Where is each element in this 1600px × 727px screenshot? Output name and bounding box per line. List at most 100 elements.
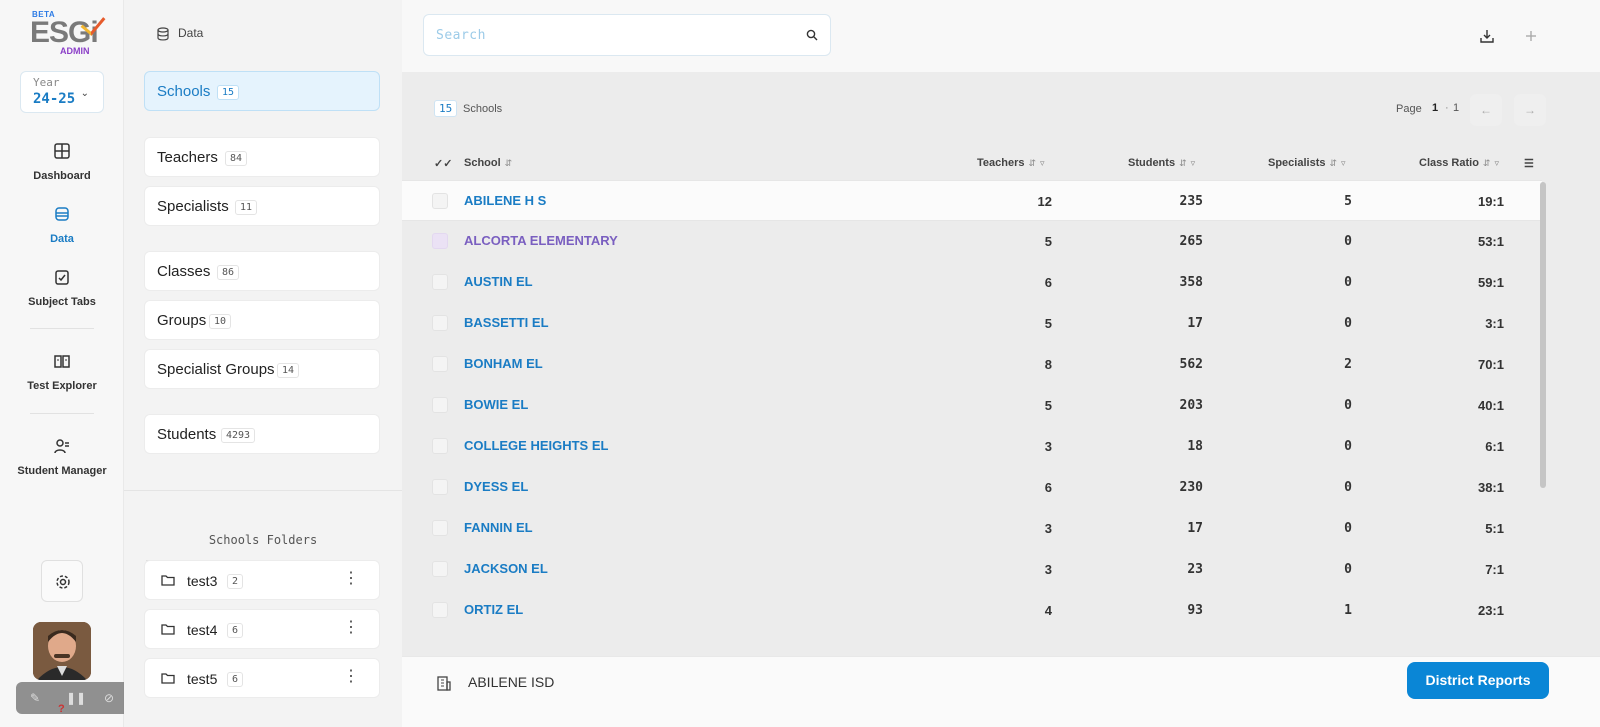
cell-specialists: 5 <box>1344 194 1352 209</box>
cell-teachers: 5 <box>1044 316 1052 331</box>
add-button[interactable] <box>1515 20 1547 52</box>
search-input[interactable]: Search <box>423 14 831 56</box>
cell-class-ratio: 7:1 <box>1485 562 1504 577</box>
filter-icon[interactable]: ▿ <box>1040 158 1045 168</box>
school-name-link[interactable]: DYESS EL <box>464 479 528 494</box>
schools-content: 15 Schools Page 1 · 1 ← → ✓✓ School ⇵ Tea… <box>402 72 1600 656</box>
row-checkbox[interactable] <box>432 274 448 290</box>
folder-item[interactable]: test4 6 ⋮ <box>144 609 380 649</box>
cell-specialists: 0 <box>1344 398 1352 413</box>
nav-test-explorer[interactable]: Test Explorer <box>0 352 124 394</box>
select-all-icon[interactable]: ✓✓ <box>434 157 452 170</box>
edit-icon[interactable]: ✎ <box>30 691 44 705</box>
school-name-link[interactable]: ALCORTA ELEMENTARY <box>464 233 618 248</box>
folder-count: 6 <box>227 623 244 638</box>
row-checkbox[interactable] <box>432 193 448 209</box>
arrow-right-icon: → <box>1524 103 1536 117</box>
stop-recording-icon[interactable]: ⊘ <box>104 691 118 705</box>
folder-item[interactable]: test3 2 ⋮ <box>144 560 380 600</box>
user-avatar[interactable] <box>33 622 91 680</box>
column-specialists[interactable]: Specialists ⇵ ▿ <box>1268 157 1346 169</box>
row-checkbox[interactable] <box>432 233 448 249</box>
filter-icon[interactable]: ▿ <box>1341 158 1346 168</box>
row-checkbox[interactable] <box>432 479 448 495</box>
prev-page-button[interactable]: ← <box>1470 94 1502 126</box>
district-reports-button[interactable]: District Reports <box>1407 662 1549 699</box>
table-row[interactable]: ALCORTA ELEMENTARY 5 265 0 53:1 <box>402 221 1542 262</box>
table-row[interactable]: ABILENE H S 12 235 5 19:1 <box>402 180 1542 221</box>
school-name-link[interactable]: BONHAM EL <box>464 356 543 371</box>
school-name-link[interactable]: BOWIE EL <box>464 397 528 412</box>
school-name-link[interactable]: ORTIZ EL <box>464 602 523 617</box>
entity-students[interactable]: Students 4293 <box>144 414 380 454</box>
more-icon[interactable]: ⋮ <box>343 571 359 587</box>
sort-icon[interactable]: ⇵ <box>1483 158 1491 168</box>
more-icon[interactable]: ⋮ <box>343 620 359 636</box>
school-name-link[interactable]: BASSETTI EL <box>464 315 549 330</box>
nav-subject-tabs[interactable]: Subject Tabs <box>0 268 124 310</box>
sort-icon[interactable]: ⇵ <box>1179 158 1187 168</box>
sort-icon[interactable]: ⇵ <box>1029 158 1037 168</box>
column-class-ratio[interactable]: Class Ratio ⇵ ▿ <box>1419 157 1499 169</box>
year-selector[interactable]: Year 24-25 ⌄ <box>20 71 104 113</box>
folder-count: 2 <box>227 574 244 589</box>
filter-icon[interactable]: ▿ <box>1494 158 1499 168</box>
entity-specialists[interactable]: Specialists 11 <box>144 186 380 226</box>
folder-item[interactable]: test5 6 ⋮ <box>144 658 380 698</box>
filter-icon[interactable]: ▿ <box>1191 158 1196 168</box>
settings-button[interactable] <box>41 560 83 602</box>
column-students[interactable]: Students ⇵ ▿ <box>1128 157 1195 169</box>
table-row[interactable]: FANNIN EL 3 17 0 5:1 <box>402 508 1542 549</box>
student-manager-icon <box>54 439 69 454</box>
nav-dashboard[interactable]: Dashboard <box>0 142 124 184</box>
column-class-ratio-label: Class Ratio <box>1419 157 1479 169</box>
cell-teachers: 8 <box>1044 357 1052 372</box>
row-checkbox[interactable] <box>432 438 448 454</box>
column-settings-icon[interactable]: ☰ <box>1524 157 1534 170</box>
row-checkbox[interactable] <box>432 561 448 577</box>
footer-bar: ABILENE ISD District Reports <box>402 656 1600 727</box>
entity-count: 14 <box>277 363 300 378</box>
table-row[interactable]: AUSTIN EL 6 358 0 59:1 <box>402 262 1542 303</box>
row-checkbox[interactable] <box>432 356 448 372</box>
row-checkbox[interactable] <box>432 315 448 331</box>
nav-data[interactable]: Data <box>0 205 124 247</box>
download-button[interactable] <box>1471 20 1503 52</box>
table-row[interactable]: ORTIZ EL 4 93 1 23:1 <box>402 590 1542 631</box>
top-bar: Search <box>402 0 1600 72</box>
entity-schools[interactable]: Schools 15 <box>144 71 380 111</box>
esgi-logo[interactable]: BETA ESGi ADMIN <box>28 8 106 58</box>
table-scrollbar[interactable] <box>1540 182 1546 488</box>
school-name-link[interactable]: COLLEGE HEIGHTS EL <box>464 438 608 453</box>
table-row[interactable]: COLLEGE HEIGHTS EL 3 18 0 6:1 <box>402 426 1542 467</box>
table-row[interactable]: BASSETTI EL 5 17 0 3:1 <box>402 303 1542 344</box>
entity-specialist-groups[interactable]: Specialist Groups 14 <box>144 349 380 389</box>
pause-icon[interactable]: ❚❚ <box>66 691 86 705</box>
entity-name: Students <box>157 426 217 443</box>
sort-icon[interactable]: ⇵ <box>1329 158 1337 168</box>
school-name-link[interactable]: ABILENE H S <box>464 193 546 208</box>
table-row[interactable]: JACKSON EL 3 23 0 7:1 <box>402 549 1542 590</box>
more-icon[interactable]: ⋮ <box>343 669 359 685</box>
folder-icon <box>161 673 175 684</box>
sort-icon[interactable]: ⇵ <box>505 158 513 168</box>
table-row[interactable]: DYESS EL 6 230 0 38:1 <box>402 467 1542 508</box>
entity-groups[interactable]: Groups 10 <box>144 300 380 340</box>
next-page-button[interactable]: → <box>1514 94 1546 126</box>
school-name-link[interactable]: FANNIN EL <box>464 520 533 535</box>
row-checkbox[interactable] <box>432 602 448 618</box>
row-checkbox[interactable] <box>432 520 448 536</box>
search-placeholder: Search <box>436 28 486 43</box>
column-school[interactable]: School ⇵ <box>464 157 512 169</box>
column-teachers[interactable]: Teachers ⇵ ▿ <box>977 157 1045 169</box>
help-marker: ? <box>58 703 65 715</box>
table-row[interactable]: BONHAM EL 8 562 2 70:1 <box>402 344 1542 385</box>
table-row[interactable]: BOWIE EL 5 203 0 40:1 <box>402 385 1542 426</box>
school-name-link[interactable]: AUSTIN EL <box>464 274 533 289</box>
school-name-link[interactable]: JACKSON EL <box>464 561 548 576</box>
row-checkbox[interactable] <box>432 397 448 413</box>
arrow-left-icon: ← <box>1480 103 1492 117</box>
entity-classes[interactable]: Classes 86 <box>144 251 380 291</box>
nav-student-manager[interactable]: Student Manager <box>0 437 124 479</box>
entity-teachers[interactable]: Teachers 84 <box>144 137 380 177</box>
